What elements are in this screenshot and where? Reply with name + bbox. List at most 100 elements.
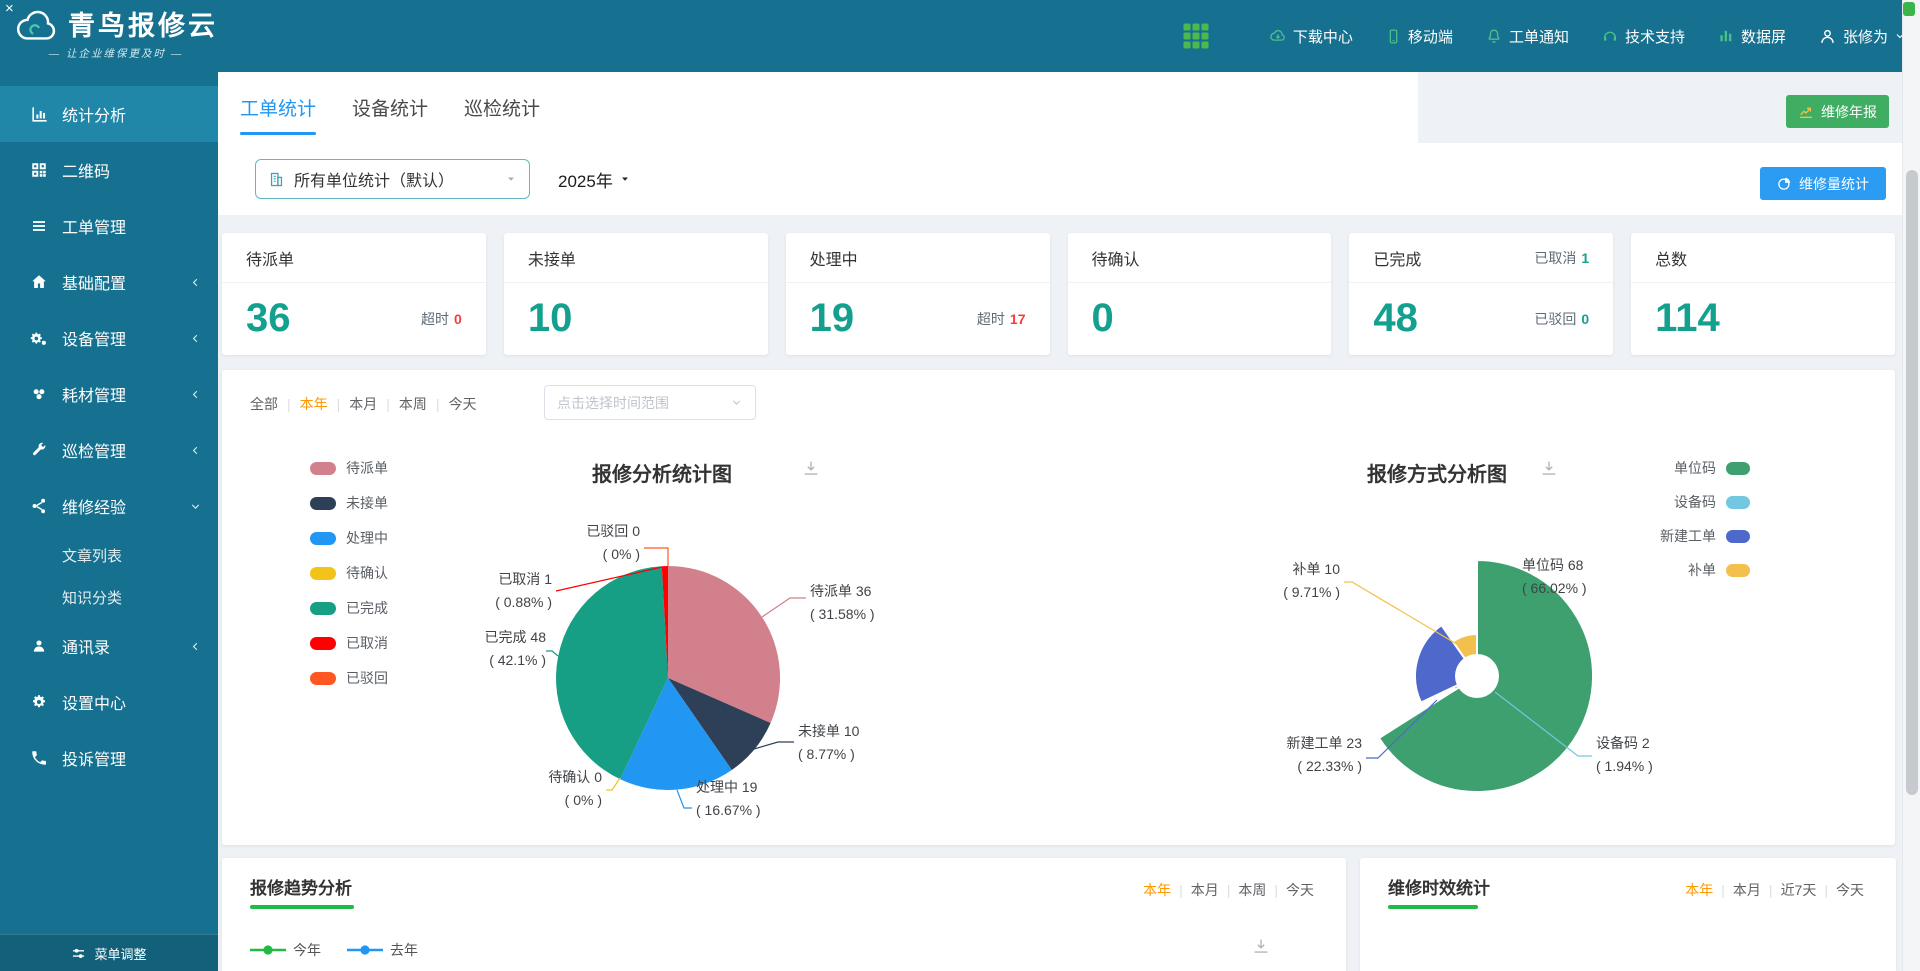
sidebar-item-label: 工单管理 bbox=[62, 214, 126, 238]
tab-0[interactable]: 工单统计 bbox=[240, 72, 316, 143]
nav-item-4[interactable]: 数据屏 bbox=[1717, 26, 1786, 47]
top-header: 青鸟报修云 — 让企业维保更及时 — 下载中心移动端工单通知技术支持数据屏 张修… bbox=[0, 0, 1920, 72]
pie-label-leader bbox=[762, 598, 806, 617]
pie-label: 已驳回 0( 0% ) bbox=[510, 520, 640, 566]
filter-option-3[interactable]: 今天 bbox=[1828, 880, 1872, 900]
year-select-value: 2025年 bbox=[558, 167, 613, 192]
sidebar-item-4[interactable]: 设备管理 bbox=[0, 310, 218, 366]
chevron-left-icon bbox=[189, 444, 202, 457]
data-screen-icon bbox=[1717, 27, 1735, 45]
filter-option-0[interactable]: 本年 bbox=[1677, 880, 1721, 900]
pie-label: 设备码 2( 1.94% ) bbox=[1596, 732, 1726, 778]
pie-label: 单位码 68( 66.02% ) bbox=[1522, 554, 1652, 600]
tab-1[interactable]: 设备统计 bbox=[352, 72, 428, 143]
stat-card-title: 未接单 bbox=[528, 246, 576, 270]
pie-label: 已取消 1( 0.88% ) bbox=[422, 568, 552, 614]
stat-cards: 待派单36超时0未接单10处理中19超时17待确认0已完成已取消148已驳回0总… bbox=[222, 233, 1895, 355]
nav-item-3[interactable]: 技术支持 bbox=[1601, 26, 1685, 47]
nav-item-0[interactable]: 下载中心 bbox=[1269, 26, 1353, 47]
filter-option-2[interactable]: 近7天 bbox=[1773, 880, 1825, 900]
sidebar-subitem-7-1[interactable]: 知识分类 bbox=[0, 576, 218, 618]
stat-card-2: 处理中19超时17 bbox=[786, 233, 1050, 355]
sidebar-item-label: 巡检管理 bbox=[62, 438, 126, 462]
app-root: × 青鸟报修云 — 让企业维保更及时 — 下载中心移动端工单通知技术支持数据屏 bbox=[0, 0, 1920, 971]
headset-icon bbox=[1601, 27, 1619, 45]
filter-option-1[interactable]: 本月 bbox=[1725, 880, 1769, 900]
stat-card-0: 待派单36超时0 bbox=[222, 233, 486, 355]
pie-label-leader bbox=[606, 778, 620, 790]
cloud-download-icon bbox=[1269, 27, 1287, 45]
caret-down-icon bbox=[505, 173, 517, 185]
user-menu[interactable]: 张修为 bbox=[1818, 26, 1906, 47]
pie-label: 未接单 10( 8.77% ) bbox=[798, 720, 928, 766]
main-content: 工单统计设备统计巡检统计 维修年报 所有单位统计（默认） bbox=[218, 72, 1902, 971]
trend-legend-item-0[interactable]: 今年 bbox=[250, 940, 321, 960]
wrench-icon bbox=[30, 441, 49, 459]
sidebar-item-8[interactable]: 通讯录 bbox=[0, 618, 218, 674]
trend-legend-label: 去年 bbox=[390, 940, 418, 960]
bell-icon bbox=[1485, 27, 1503, 45]
trend-legend-item-1[interactable]: 去年 bbox=[347, 940, 418, 960]
sidebar-item-10[interactable]: 投诉管理 bbox=[0, 730, 218, 786]
home-icon bbox=[30, 273, 49, 291]
filter-option-0[interactable]: 本年 bbox=[1135, 880, 1179, 900]
stat-card-title: 待确认 bbox=[1092, 246, 1140, 270]
sidebar-item-label: 投诉管理 bbox=[62, 746, 126, 770]
sidebar-item-7[interactable]: 维修经验 bbox=[0, 478, 218, 534]
efficiency-panel: 维修时效统计 本年|本月|近7天|今天 bbox=[1360, 858, 1896, 971]
sidebar-item-6[interactable]: 巡检管理 bbox=[0, 422, 218, 478]
volume-stats-button[interactable]: 维修量统计 bbox=[1760, 167, 1886, 200]
nav-item-label: 下载中心 bbox=[1293, 26, 1353, 47]
sidebar-item-3[interactable]: 基础配置 bbox=[0, 254, 218, 310]
sidebar-item-5[interactable]: 耗材管理 bbox=[0, 366, 218, 422]
sidebar-item-1[interactable]: 二维码 bbox=[0, 142, 218, 198]
filter-option-1[interactable]: 本月 bbox=[1183, 880, 1227, 900]
sidebar-item-2[interactable]: 工单管理 bbox=[0, 198, 218, 254]
annual-report-button[interactable]: 维修年报 bbox=[1786, 95, 1889, 128]
phone-icon bbox=[30, 749, 49, 767]
consumable-icon bbox=[30, 385, 49, 403]
year-select[interactable]: 2025年 bbox=[558, 159, 631, 199]
building-icon bbox=[268, 171, 285, 188]
gear-icon bbox=[30, 693, 49, 711]
chat-widget-icon[interactable] bbox=[1903, 2, 1915, 16]
stat-card-extra: 已取消1 bbox=[1534, 248, 1589, 268]
close-icon[interactable]: × bbox=[5, 1, 14, 16]
menu-adjust-label: 菜单调整 bbox=[94, 944, 146, 963]
stat-card-value: 19 bbox=[810, 296, 855, 341]
stat-card-4: 已完成已取消148已驳回0 bbox=[1349, 233, 1613, 355]
stat-card-title: 总数 bbox=[1655, 246, 1687, 270]
grid-icon[interactable] bbox=[1181, 21, 1211, 51]
menu-adjust-icon bbox=[71, 946, 86, 961]
pie-label: 待派单 36( 31.58% ) bbox=[810, 580, 940, 626]
app-tagline: — 让企业维保更及时 — bbox=[26, 46, 206, 61]
qrcode-icon bbox=[30, 161, 49, 179]
sidebar-item-label: 二维码 bbox=[62, 158, 110, 182]
unit-select[interactable]: 所有单位统计（默认） bbox=[255, 159, 530, 199]
nav-item-1[interactable]: 移动端 bbox=[1385, 26, 1453, 47]
scrollbar-thumb[interactable] bbox=[1906, 170, 1918, 795]
cloud-logo-icon bbox=[14, 9, 60, 47]
trend-panel: 报修趋势分析 本年|本月|本周|今天 今年去年 bbox=[222, 858, 1346, 971]
active-tab-underline bbox=[240, 132, 316, 135]
sidebar-item-label: 通讯录 bbox=[62, 634, 110, 658]
filter-option-2[interactable]: 本周 bbox=[1230, 880, 1274, 900]
stat-card-extra: 已驳回0 bbox=[1534, 309, 1589, 329]
pie-label: 处理中 19( 16.67% ) bbox=[696, 776, 826, 822]
trend-legend-label: 今年 bbox=[293, 940, 321, 960]
nav-item-2[interactable]: 工单通知 bbox=[1485, 26, 1569, 47]
sidebar-subitem-7-0[interactable]: 文章列表 bbox=[0, 534, 218, 576]
pie-label: 新建工单 23( 22.33% ) bbox=[1232, 732, 1362, 778]
pie-icon bbox=[1777, 176, 1792, 191]
download-trend-icon[interactable] bbox=[1250, 936, 1272, 958]
sidebar-item-9[interactable]: 设置中心 bbox=[0, 674, 218, 730]
nav-item-label: 移动端 bbox=[1408, 26, 1453, 47]
tab-2[interactable]: 巡检统计 bbox=[464, 72, 540, 143]
pie-label: 待确认 0( 0% ) bbox=[472, 766, 602, 812]
stat-card-title: 待派单 bbox=[246, 246, 294, 270]
annual-report-label: 维修年报 bbox=[1821, 102, 1877, 122]
sidebar-item-0[interactable]: 统计分析 bbox=[0, 86, 218, 142]
filter-option-3[interactable]: 今天 bbox=[1278, 880, 1322, 900]
menu-adjust-button[interactable]: 菜单调整 bbox=[0, 934, 218, 971]
sidebar: 统计分析二维码工单管理基础配置设备管理耗材管理巡检管理维修经验文章列表知识分类通… bbox=[0, 72, 218, 971]
